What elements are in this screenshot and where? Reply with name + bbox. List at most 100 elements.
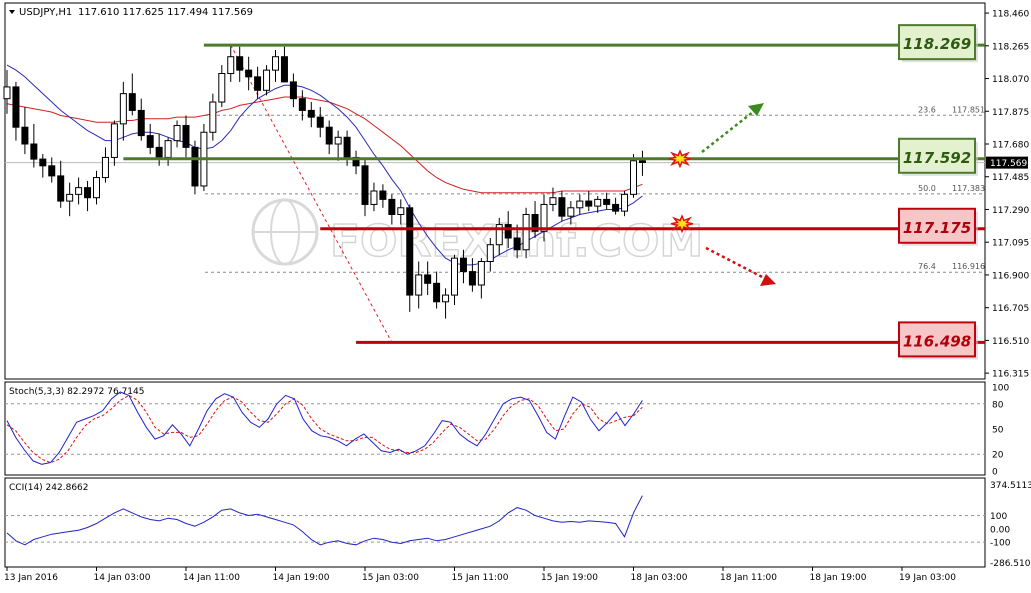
candle-body: [361, 165, 369, 205]
breakout-burst-down: [670, 214, 694, 234]
candle-body: [594, 198, 602, 207]
price-tick-label: 117.485: [992, 173, 1029, 183]
arrow-down-line: [705, 246, 769, 282]
candle-body: [540, 203, 548, 232]
candle-body: [370, 190, 378, 205]
breakout-burst-up: [668, 149, 692, 169]
cci-tick-label: 100: [990, 512, 1007, 522]
cci-tick-label: -100: [990, 539, 1011, 549]
price-tick-label: 116.705: [992, 304, 1029, 314]
level-box: 116.498: [898, 321, 978, 360]
candle-body: [218, 73, 226, 103]
ma-slow-line: [6, 96, 643, 194]
candle-body: [227, 56, 235, 75]
candle-body: [630, 160, 637, 195]
time-label: 18 Jan 11:00: [720, 573, 777, 583]
time-label: 15 Jan 19:00: [541, 573, 598, 583]
candle-body: [603, 198, 611, 205]
time-label: 14 Jan 19:00: [273, 573, 330, 583]
candle-body: [585, 200, 593, 207]
level-price-label: 117.592: [903, 149, 971, 167]
candle-body: [298, 98, 306, 111]
candle-body: [504, 224, 512, 239]
candle-body: [612, 203, 620, 212]
level-price-label: 117.175: [903, 219, 971, 237]
cci-tick-label: 374.5113: [990, 481, 1031, 491]
candle-body: [442, 294, 450, 303]
price-tick-label: 116.315: [992, 370, 1029, 380]
stoch-main-line: [6, 391, 643, 465]
fib-level-label: 50.0: [918, 184, 936, 193]
candle-body: [621, 193, 629, 212]
price-tick-label: 117.875: [992, 108, 1029, 118]
candle-body: [101, 156, 109, 179]
cci-panel-frame: [4, 477, 986, 568]
stoch-tick-label: 50: [992, 426, 1004, 436]
level-box: 117.592: [898, 137, 978, 176]
candle-body: [191, 146, 199, 187]
candle-body: [137, 109, 145, 137]
candle-body: [289, 81, 297, 100]
candle-body: [388, 198, 396, 215]
candle-body: [182, 125, 190, 148]
time-label: 15 Jan 03:00: [362, 573, 419, 583]
candle-body: [334, 136, 342, 145]
candle-body: [433, 282, 441, 303]
candle-body: [3, 86, 11, 100]
main-panel-frame: [4, 2, 986, 380]
candle-body: [245, 69, 253, 78]
cci-line: [6, 495, 643, 546]
candle-body: [57, 175, 65, 202]
candle-body: [93, 177, 100, 199]
candle-body: [66, 193, 74, 202]
candle-body: [307, 109, 315, 118]
stoch-tick-label: 80: [992, 400, 1004, 410]
stoch-tick-label: 100: [992, 384, 1009, 394]
price-tick-label: 118.265: [992, 42, 1029, 52]
candle-body: [119, 93, 127, 125]
candle-body: [406, 207, 414, 296]
candle-body: [21, 126, 29, 145]
candle-body: [254, 76, 262, 91]
stoch-signal-line: [6, 394, 643, 464]
fib-level-label: 23.6: [918, 105, 936, 114]
triangle-down-icon[interactable]: [9, 10, 15, 14]
candle-body: [325, 126, 333, 145]
candle-body: [638, 160, 646, 163]
ohlc-readout: 117.610 117.625 117.494 117.569: [78, 7, 253, 18]
price-tick-label: 116.900: [992, 271, 1029, 281]
level-box: 117.175: [898, 207, 978, 246]
cci-tick-label: -286.5107: [990, 559, 1031, 569]
level-box: 118.269: [898, 24, 978, 63]
price-tick-label: 118.070: [992, 75, 1029, 85]
candle-body: [424, 274, 432, 284]
fib-price-label: 117.383: [952, 184, 985, 193]
candle-body: [236, 56, 244, 71]
stoch-tick-label: 0: [992, 468, 998, 478]
candle-body: [486, 244, 494, 262]
candle-body: [155, 146, 163, 158]
candle-body: [84, 187, 92, 199]
candle-body: [522, 214, 530, 251]
price-tick-label: 116.510: [992, 337, 1029, 347]
candle-body: [146, 135, 154, 148]
arrow-up-line: [701, 107, 759, 153]
time-label: 14 Jan 03:00: [94, 573, 151, 583]
candle-body: [48, 165, 56, 177]
candle-body: [459, 257, 467, 273]
candle-body: [397, 207, 405, 216]
candle-body: [164, 140, 172, 158]
candle-body: [316, 116, 324, 128]
candle-body: [468, 271, 476, 286]
candle-body: [549, 197, 557, 205]
fib-level-label: 76.4: [918, 262, 936, 271]
cci-label: CCI(14) 242.8662: [9, 483, 89, 493]
candle-body: [128, 93, 136, 111]
candle-body: [209, 101, 217, 133]
candle-body: [477, 261, 485, 286]
time-label: 14 Jan 11:00: [183, 573, 240, 583]
fib-price-label: 116.916: [952, 262, 985, 271]
candle-body: [173, 125, 181, 142]
level-price-label: 116.498: [903, 332, 971, 350]
chart-window: FOREXimf.COM 23.6117.85150.0117.38376.41…: [0, 0, 1031, 589]
